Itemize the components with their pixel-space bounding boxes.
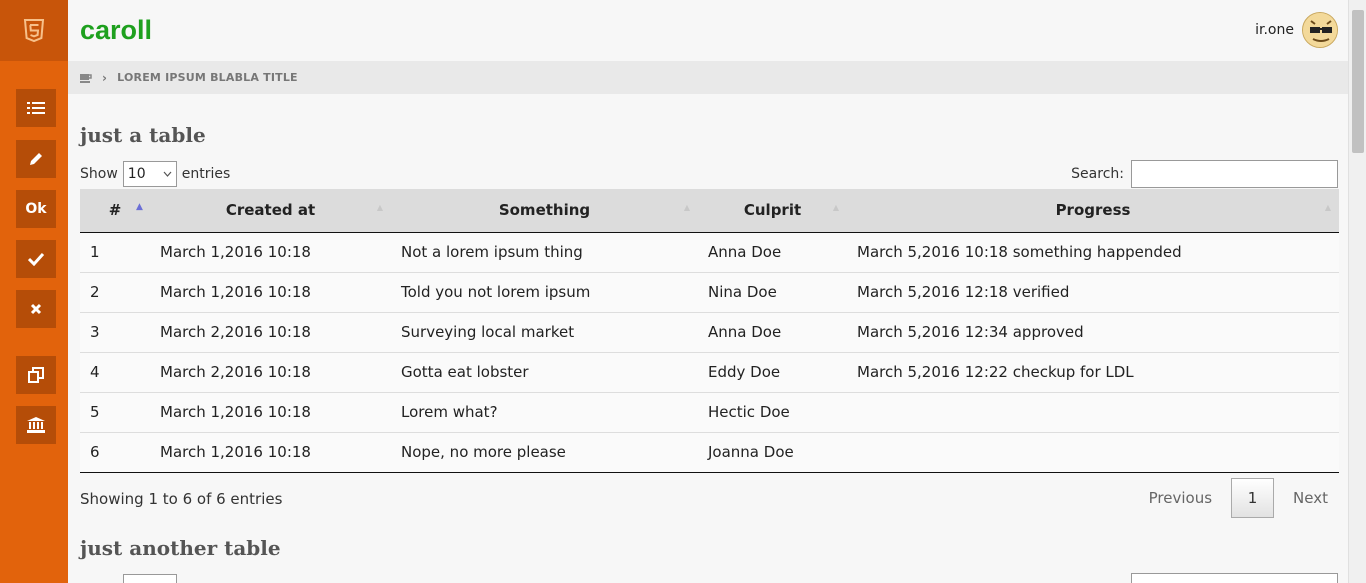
column-header-number[interactable]: # ▲: [80, 189, 150, 232]
chevron-down-icon: [163, 171, 172, 177]
sort-icon: ▲: [376, 203, 383, 212]
cell-progress: March 5,2016 12:34 approved: [857, 323, 1084, 341]
sort-icon: ▲: [1324, 203, 1331, 212]
column-header-something[interactable]: Something ▲: [391, 189, 698, 232]
table-row[interactable]: 3 March 2,2016 10:18 Surveying local mar…: [80, 312, 1339, 352]
table-row[interactable]: 2 March 1,2016 10:18 Told you not lorem …: [80, 272, 1339, 312]
table-row[interactable]: 1 March 1,2016 10:18 Not a lorem ipsum t…: [80, 232, 1339, 272]
previous-button[interactable]: Previous: [1139, 489, 1222, 507]
cell-number: 4: [90, 363, 100, 381]
entries-value: 10: [127, 166, 146, 182]
search-input[interactable]: [1131, 573, 1338, 583]
search-label: Search:: [1071, 166, 1124, 182]
entries-select[interactable]: [122, 574, 177, 583]
cell-created-at: March 2,2016 10:18: [160, 323, 311, 341]
sidebar-item-check[interactable]: [16, 240, 56, 278]
page-scrollbar[interactable]: [1348, 0, 1366, 583]
breadcrumb-title: LOREM IPSUM BLABLA TITLE: [117, 71, 298, 84]
pencil-icon: [30, 153, 42, 165]
bank-icon: [27, 417, 45, 433]
sidebar-item-edit[interactable]: [16, 140, 56, 178]
sidebar-item-list[interactable]: [16, 89, 56, 127]
table-header-row: # ▲ Created at ▲ Something ▲ Culprit ▲ P…: [80, 189, 1339, 232]
cell-progress: March 5,2016 12:18 verified: [857, 283, 1070, 301]
entries-control: Show 10 entries: [80, 160, 230, 188]
cell-created-at: March 1,2016 10:18: [160, 403, 311, 421]
table-row[interactable]: 5 March 1,2016 10:18 Lorem what? Hectic …: [80, 392, 1339, 432]
cell-something: Gotta eat lobster: [401, 363, 529, 381]
cell-something: Told you not lorem ipsum: [401, 283, 591, 301]
sidebar-item-close[interactable]: [16, 290, 56, 328]
sort-icon: ▲: [683, 203, 690, 212]
show-label: Show: [80, 166, 118, 182]
column-header-culprit[interactable]: Culprit ▲: [698, 189, 847, 232]
cell-culprit: Anna Doe: [708, 243, 782, 261]
column-header-created-at[interactable]: Created at ▲: [150, 189, 391, 232]
cell-progress: March 5,2016 10:18 something happended: [857, 243, 1182, 261]
ok-label: Ok: [25, 201, 47, 217]
table-row[interactable]: 4 March 2,2016 10:18 Gotta eat lobster E…: [80, 352, 1339, 392]
search-control: [1124, 573, 1338, 583]
column-header-progress[interactable]: Progress ▲: [847, 189, 1339, 232]
cell-something: Not a lorem ipsum thing: [401, 243, 583, 261]
html5-logo-icon[interactable]: [0, 0, 68, 61]
close-icon: [30, 303, 42, 315]
cell-culprit: Anna Doe: [708, 323, 782, 341]
table-info: Showing 1 to 6 of 6 entries: [80, 490, 283, 508]
cell-culprit: Joanna Doe: [708, 443, 794, 461]
next-button[interactable]: Next: [1283, 489, 1338, 507]
cell-something: Nope, no more please: [401, 443, 566, 461]
sidebar: Ok: [0, 0, 68, 583]
table-title: just another table: [80, 536, 281, 560]
cell-progress: [847, 392, 1339, 432]
list-icon: [27, 102, 45, 114]
coffee-icon[interactable]: [80, 73, 92, 83]
cell-culprit: Eddy Doe: [708, 363, 781, 381]
data-table: # ▲ Created at ▲ Something ▲ Culprit ▲ P…: [80, 189, 1339, 473]
check-icon: [28, 252, 44, 266]
pagination: Previous 1 Next: [1139, 478, 1338, 518]
entries-select[interactable]: 10: [122, 161, 177, 187]
table-row[interactable]: 6 March 1,2016 10:18 Nope, no more pleas…: [80, 432, 1339, 472]
top-header: caroll ir.one: [68, 0, 1348, 61]
page-button-current[interactable]: 1: [1231, 478, 1275, 518]
brand-name[interactable]: caroll: [80, 15, 152, 46]
cell-number: 2: [90, 283, 100, 301]
table-controls: Show: [80, 573, 1338, 583]
entries-label: entries: [181, 166, 231, 182]
sidebar-item-copy[interactable]: [16, 356, 56, 394]
sort-icon: ▲: [832, 203, 839, 212]
entries-control: Show: [80, 573, 182, 583]
copy-icon: [28, 367, 44, 383]
cell-number: 1: [90, 243, 100, 261]
cell-created-at: March 1,2016 10:18: [160, 283, 311, 301]
search-control: Search:: [1071, 160, 1338, 188]
breadcrumb: › LOREM IPSUM BLABLA TITLE: [68, 61, 1348, 94]
cell-number: 5: [90, 403, 100, 421]
chevron-right-icon: ›: [102, 70, 108, 85]
cell-culprit: Hectic Doe: [708, 403, 790, 421]
sidebar-item-bank[interactable]: [16, 406, 56, 444]
table-controls: Show 10 entries Search:: [80, 160, 1338, 190]
table-title: just a table: [80, 123, 206, 147]
sidebar-item-ok[interactable]: Ok: [16, 190, 56, 228]
user-menu[interactable]: ir.one: [1255, 12, 1338, 48]
scrollbar-thumb[interactable]: [1352, 10, 1364, 153]
cell-progress: [847, 432, 1339, 472]
table-body: 1 March 1,2016 10:18 Not a lorem ipsum t…: [80, 232, 1339, 472]
cell-number: 6: [90, 443, 100, 461]
cell-number: 3: [90, 323, 100, 341]
avatar[interactable]: [1302, 12, 1338, 48]
cell-something: Lorem what?: [401, 403, 498, 421]
sort-asc-icon: ▲: [136, 202, 143, 212]
search-input[interactable]: [1131, 160, 1338, 188]
cell-created-at: March 1,2016 10:18: [160, 243, 311, 261]
cell-culprit: Nina Doe: [708, 283, 777, 301]
cell-something: Surveying local market: [401, 323, 575, 341]
cell-progress: March 5,2016 12:22 checkup for LDL: [857, 363, 1134, 381]
cell-created-at: March 2,2016 10:18: [160, 363, 311, 381]
user-name[interactable]: ir.one: [1255, 22, 1294, 38]
cell-created-at: March 1,2016 10:18: [160, 443, 311, 461]
